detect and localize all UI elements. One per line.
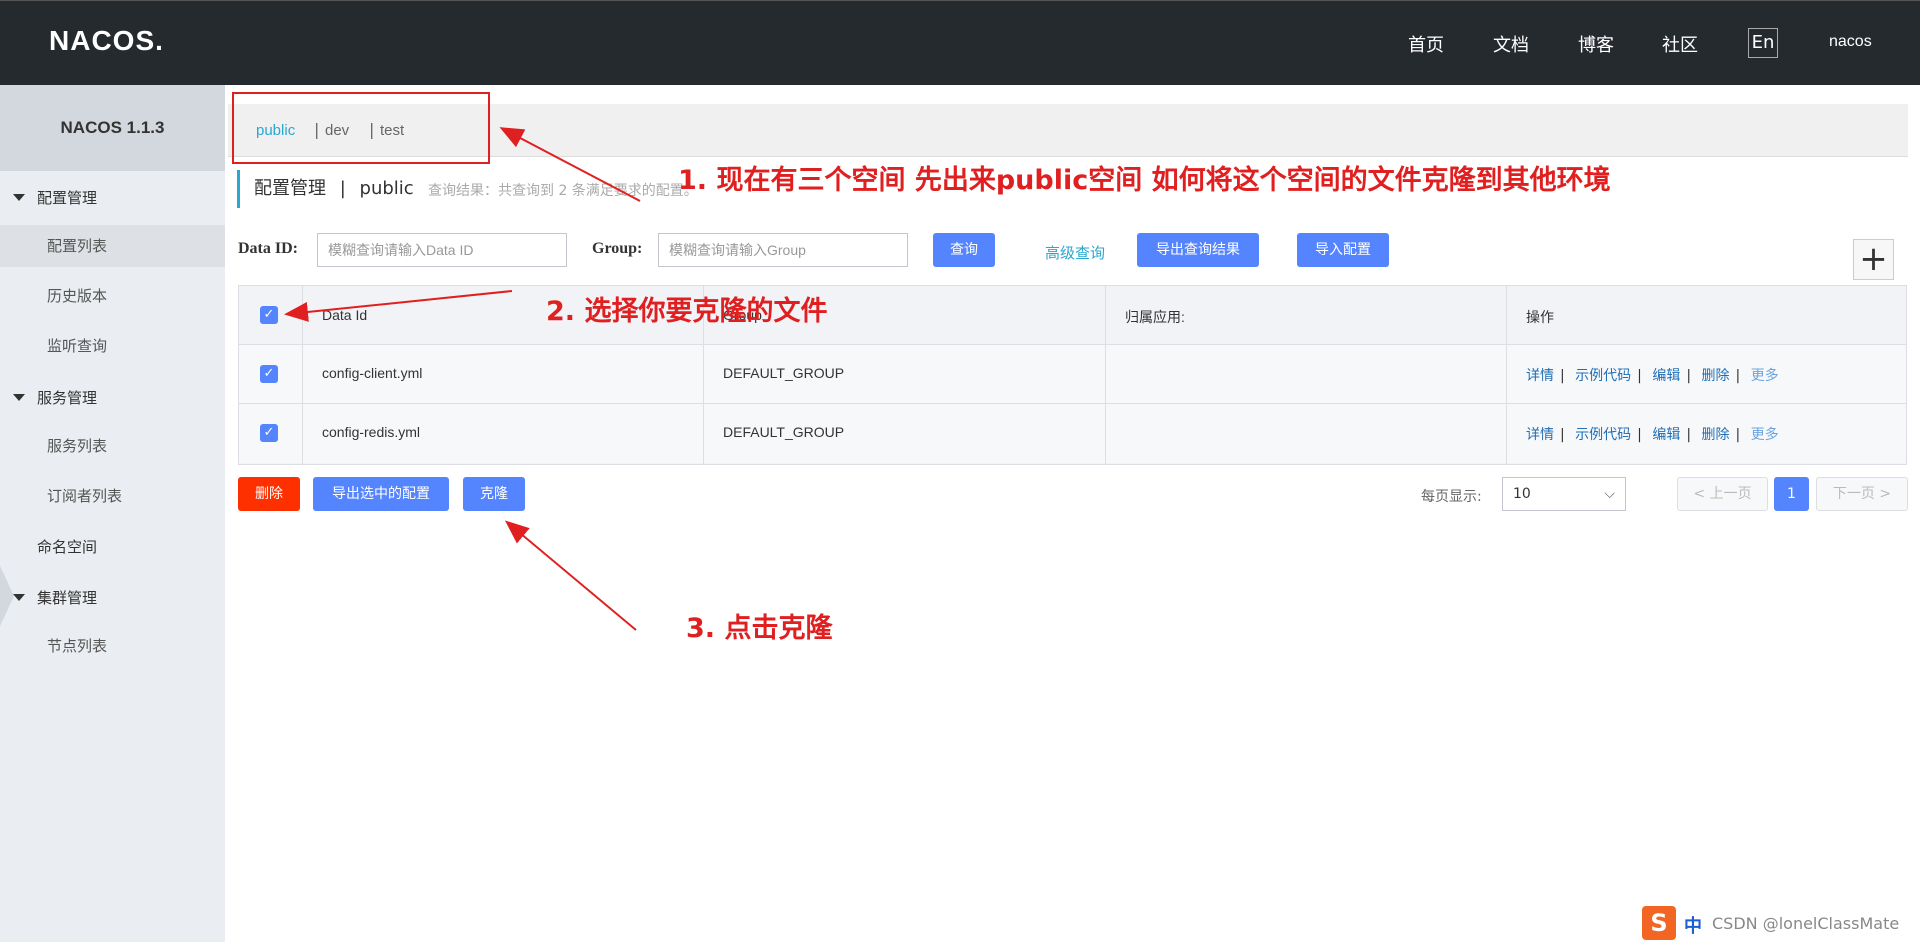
- annotation-step2: 2. 选择你要克隆的文件: [546, 296, 828, 327]
- annotation-step1: 1. 现在有三个空间 先出来public空间 如何将这个空间的文件克隆到其他环境: [678, 165, 1611, 196]
- sogou-logo-icon[interactable]: S: [1642, 906, 1676, 940]
- ime-mode[interactable]: 中: [1684, 912, 1702, 938]
- arrow-to-clone: [504, 520, 637, 631]
- csdn-watermark: CSDN @lonelClassMate: [1712, 914, 1900, 933]
- annotation-arrows: [284, 127, 641, 631]
- ime-toolbar: S 中 CSDN @lonelClassMate: [1640, 906, 1920, 942]
- arrow-to-checkbox: [284, 290, 513, 322]
- arrow-to-namespaces: [499, 127, 641, 202]
- annotation-step3: 3. 点击克隆: [686, 613, 833, 644]
